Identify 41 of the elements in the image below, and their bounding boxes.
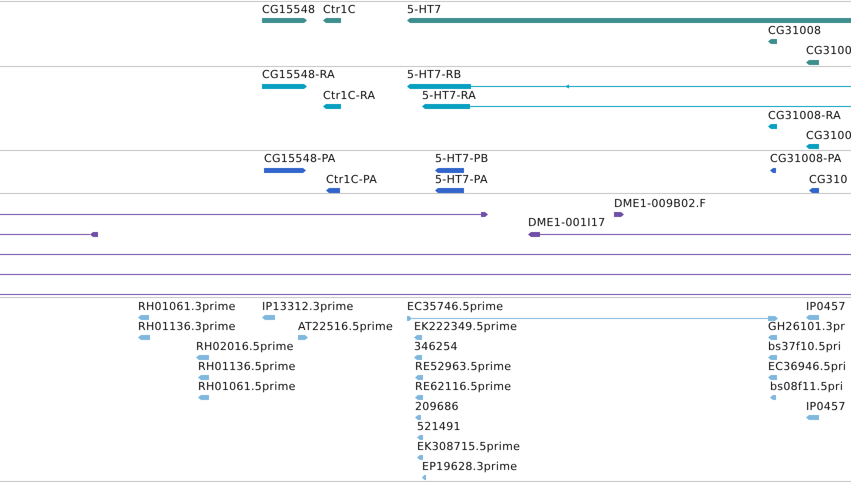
feature-label: Ctr1C-RA (323, 89, 376, 103)
feature-label: 209686 (415, 400, 459, 414)
feature-label: bs08f11.5pri (770, 380, 844, 394)
feature-label: Ctr1C (323, 3, 356, 17)
feature-label: 521491 (417, 420, 461, 434)
feature-label: EP19628.3prime (422, 460, 518, 474)
feature-label: DME1-009B02.F (614, 197, 706, 211)
feature-label: AT22516.5prime (298, 320, 394, 334)
feature-label: CG15548-RA (262, 68, 335, 82)
feature-label: IP13312.3prime (262, 300, 354, 314)
feature-label: CG31008-RA (768, 109, 841, 123)
feature-label: RE52963.5prime (415, 360, 512, 374)
feature-label: RE62116.5prime (415, 380, 512, 394)
feature-label: RH01136.3prime (138, 320, 236, 334)
feature-label: RH01061.5prime (198, 380, 296, 394)
feature-label: bs37f10.5pri (768, 340, 842, 354)
feature-label: CG31008 (768, 24, 822, 38)
feature-label: Ctr1C-PA (326, 173, 378, 187)
feature-label: 5-HT7-RB (407, 68, 462, 82)
feature-label: GH26101.3pr (768, 320, 846, 334)
feature-label: CG310 (809, 173, 848, 187)
feature-label: IP0457 (806, 400, 846, 414)
feature-label: EC35746.5prime (407, 300, 504, 314)
feature-label: RH01061.3prime (138, 300, 236, 314)
feature-label: CG15548-PA (264, 152, 336, 166)
feature-label: EK222349.5prime (414, 320, 518, 334)
feature-label: EC36946.5pri (768, 360, 846, 374)
feature-label: 346254 (414, 340, 458, 354)
feature-label: CG3100 (806, 44, 851, 58)
feature-label: RH02016.5prime (196, 340, 294, 354)
feature-label: IP0457 (806, 300, 846, 314)
feature-label: 5-HT7 (407, 3, 442, 17)
feature-label: CG15548 (262, 3, 316, 17)
feature-label: DME1-001I17 (528, 216, 606, 230)
feature-label: 5-HT7-PA (435, 173, 488, 187)
feature-label: EK308715.5prime (417, 440, 520, 454)
feature-label: 5-HT7-PB (435, 152, 489, 166)
feature-label: RH01136.5prime (198, 360, 296, 374)
feature-label: CG31008-PA (770, 152, 842, 166)
feature-label: CG3100 (806, 129, 851, 143)
feature-label: 5-HT7-RA (422, 89, 476, 103)
